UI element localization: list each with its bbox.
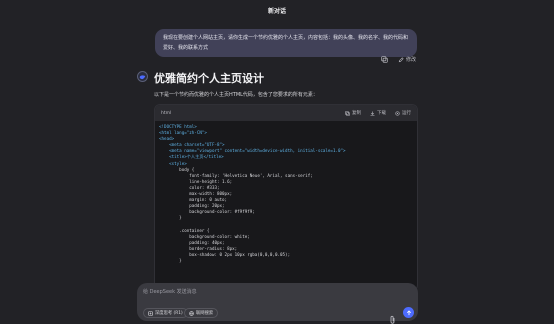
attach-button[interactable]	[389, 309, 396, 324]
code-content: <!DOCTYPE html> <html lang="zh-CN"> <head>…	[155, 121, 417, 267]
edit-label: 修改	[405, 57, 416, 63]
code-tools: 复制 下载 运行	[345, 110, 411, 116]
deep-think-icon	[148, 310, 153, 316]
send-button[interactable]	[403, 307, 414, 318]
message-composer[interactable]: 给 DeepSeek 发送消息 深度思考 (R1) 联网搜索	[137, 283, 418, 324]
code-line: }	[159, 258, 182, 264]
copy-code-button[interactable]: 复制	[345, 110, 361, 116]
answer-intro: 以下是一个节约而优雅的个人主页HTML代码，包含了您要求的所有元素：	[154, 92, 318, 98]
paperclip-icon	[390, 315, 395, 324]
run-gear-icon	[395, 110, 400, 116]
code-block-header: html 复制 下载 运行	[155, 105, 417, 121]
web-search-label: 联网搜索	[196, 311, 214, 316]
assistant-avatar	[137, 71, 148, 82]
copy-icon	[381, 56, 388, 63]
send-arrow-icon	[406, 309, 411, 315]
copy-icon	[345, 110, 350, 116]
download-code-label: 下载	[377, 111, 386, 116]
deep-think-toggle[interactable]: 深度思考 (R1)	[143, 308, 188, 318]
download-icon	[370, 111, 375, 116]
download-code-button[interactable]: 下载	[370, 110, 386, 116]
answer-title: 优雅简约个人主页设计	[154, 72, 264, 85]
run-code-button[interactable]: 运行	[395, 110, 411, 116]
code-language: html	[161, 110, 172, 116]
pencil-icon	[398, 56, 404, 62]
code-block: html 复制 下载 运行 <!DOCTYPE html> <html lang=…	[154, 104, 418, 291]
copy-message-button[interactable]	[381, 56, 388, 63]
deepseek-whale-icon	[139, 74, 146, 79]
message-input[interactable]: 给 DeepSeek 发送消息	[143, 288, 197, 295]
edit-message-button[interactable]: 修改	[398, 56, 416, 63]
message-actions: 修改	[381, 56, 416, 63]
globe-icon	[189, 310, 194, 316]
page-title: 新对话	[267, 8, 286, 15]
copy-code-label: 复制	[352, 111, 361, 116]
user-message-bubble: 我现在要创建个人网站主页，请你生成一个节约优雅的个人主页，内容包括：我的头像、我…	[155, 29, 417, 57]
deep-think-label: 深度思考 (R1)	[155, 311, 183, 316]
run-code-label: 运行	[402, 111, 411, 116]
web-search-toggle[interactable]: 联网搜索	[184, 308, 219, 318]
